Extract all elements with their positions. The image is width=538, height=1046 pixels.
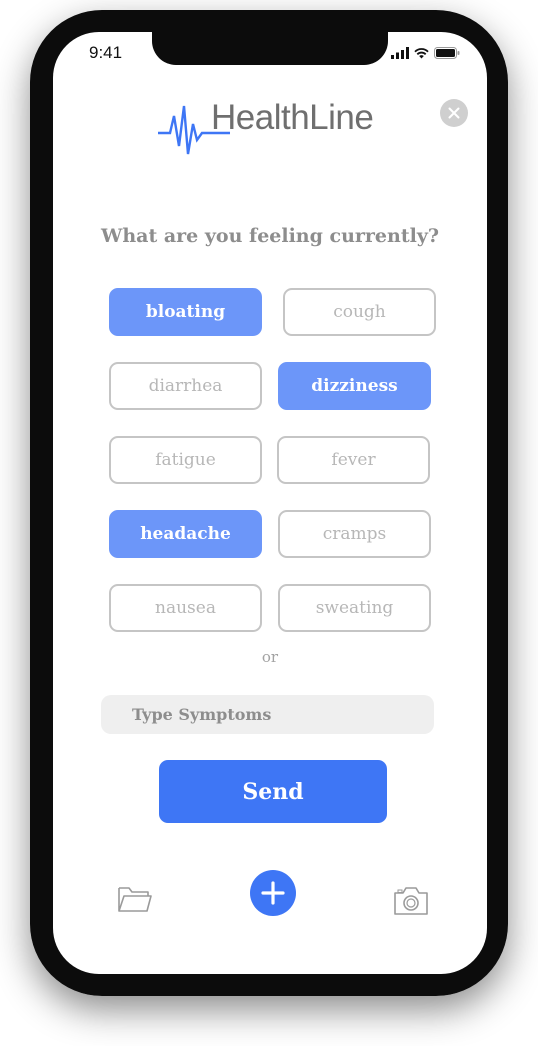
add-button[interactable] xyxy=(250,870,296,916)
symptom-search-input[interactable] xyxy=(101,695,434,734)
battery-icon xyxy=(434,47,460,59)
send-button[interactable]: Send xyxy=(159,760,387,823)
symptom-chip-dizziness[interactable]: dizziness xyxy=(278,362,431,410)
symptom-chip-cramps[interactable]: cramps xyxy=(278,510,431,558)
close-icon xyxy=(448,107,460,119)
camera-icon xyxy=(394,887,428,915)
logo-text: HealthLine xyxy=(211,98,374,137)
status-icons xyxy=(391,47,460,59)
symptom-chip-diarrhea[interactable]: diarrhea xyxy=(109,362,262,410)
symptom-chip-headache[interactable]: headache xyxy=(109,510,262,558)
close-button[interactable] xyxy=(440,99,468,127)
wifi-icon xyxy=(414,48,429,59)
signal-icon xyxy=(391,47,409,59)
symptom-chip-bloating[interactable]: bloating xyxy=(109,288,262,336)
symptom-chip-nausea[interactable]: nausea xyxy=(109,584,262,632)
device-notch xyxy=(152,32,388,65)
status-time: 9:41 xyxy=(89,43,123,62)
or-divider-text: or xyxy=(261,648,279,666)
add-icon xyxy=(261,881,285,905)
symptom-chip-fever[interactable]: fever xyxy=(277,436,430,484)
symptom-chip-sweating[interactable]: sweating xyxy=(278,584,431,632)
folder-tab-button[interactable] xyxy=(117,884,153,919)
symptom-chip-cough[interactable]: cough xyxy=(283,288,436,336)
symptom-chip-fatigue[interactable]: fatigue xyxy=(109,436,262,484)
camera-tab-button[interactable] xyxy=(393,884,429,921)
folder-icon xyxy=(118,887,152,912)
question-heading: What are you feeling currently? xyxy=(101,225,439,247)
app-logo: HealthLine xyxy=(158,96,388,162)
app-screen: 9:41 HealthLine What are you feeling cur… xyxy=(53,32,487,974)
